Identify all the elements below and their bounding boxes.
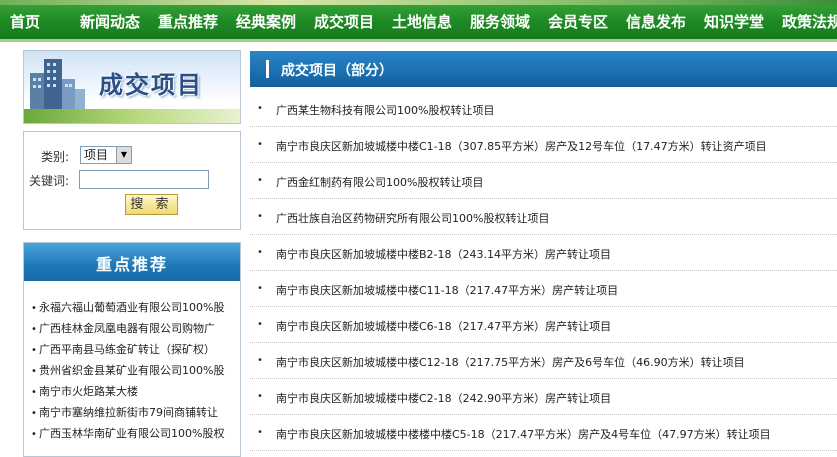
nav-item-recommend[interactable]: 重点推荐 bbox=[158, 11, 218, 32]
nav-item-home[interactable]: 首页 bbox=[10, 11, 40, 32]
deal-link[interactable]: 广西金红制药有限公司100%股权转让项目 bbox=[276, 174, 483, 190]
nav-item-knowledge[interactable]: 知识学堂 bbox=[704, 11, 764, 32]
list-item: • 南宁市良庆区新加坡城楼中楼C11-18（217.47平方米）房产转让项目 bbox=[250, 271, 837, 307]
recommend-title: 重点推荐 bbox=[95, 255, 168, 274]
list-item[interactable]: • 贵州省织金县某矿业有限公司100%股 bbox=[31, 360, 240, 381]
keyword-input[interactable] bbox=[79, 170, 209, 189]
banner-title: 成交项目 bbox=[99, 71, 203, 99]
list-item[interactable]: • 南宁市火炬路某大楼 bbox=[31, 381, 240, 402]
bullet-icon: • bbox=[31, 387, 37, 398]
deal-link[interactable]: 广西某生物科技有限公司100%股权转让项目 bbox=[276, 102, 494, 118]
list-item: • 南宁市良庆区新加坡城楼中楼B2-18（243.14平方米）房产转让项目 bbox=[250, 235, 837, 271]
deal-link[interactable]: 南宁市良庆区新加坡城楼中楼C12-18（217.75平方米）房产及6号车位（46… bbox=[276, 354, 745, 370]
bullet-icon: • bbox=[257, 319, 263, 330]
bullet-icon: • bbox=[31, 429, 37, 440]
list-item[interactable]: • 广西桂林金凤凰电器有限公司购物广 bbox=[31, 318, 240, 339]
deal-link[interactable]: 南宁市良庆区新加坡城楼中楼C1-18（307.85平方米）房产及12号车位（17… bbox=[276, 138, 767, 154]
list-item: • 南宁市良庆区新加坡城楼中楼C2-18（242.90平方米）房产转让项目 bbox=[250, 379, 837, 415]
deal-link[interactable]: 南宁市良庆区新加坡城楼中楼C6-18（217.47平方米）房产转让项目 bbox=[276, 318, 611, 334]
main-header: 成交项目（部分） bbox=[250, 51, 837, 87]
list-item: • 南宁市良庆区新加坡城楼中楼C12-18（217.75平方米）房产及6号车位（4… bbox=[250, 343, 837, 379]
nav-item-cases[interactable]: 经典案例 bbox=[236, 11, 296, 32]
bullet-icon: • bbox=[31, 324, 37, 335]
list-item: • 南宁市良庆区新加坡城楼中楼C6-18（217.47平方米）房产转让项目 bbox=[250, 307, 837, 343]
recommend-list: • 永福六福山葡萄酒业有限公司100%股 • 广西桂林金凤凰电器有限公司购物广 • 广… bbox=[31, 297, 240, 444]
search-button[interactable]: 搜 索 bbox=[125, 194, 178, 215]
search-panel: 类别: 项目 ▼ 关键词: 搜 索 bbox=[23, 131, 241, 230]
deal-link[interactable]: 南宁市良庆区新加坡城楼中楼C11-18（217.47平方米）房产转让项目 bbox=[276, 282, 618, 298]
nav-item-services[interactable]: 服务领域 bbox=[470, 11, 530, 32]
category-select-value: 项目 bbox=[84, 148, 109, 162]
list-item[interactable]: • 南宁市塞纳维拉新街市79间商铺转让 bbox=[31, 402, 240, 423]
header-bar-decoration bbox=[266, 60, 269, 78]
nav-item-policy[interactable]: 政策法规 bbox=[782, 11, 837, 32]
top-nav: 首页 新闻动态 重点推荐 经典案例 成交项目 土地信息 服务领域 会员专区 信息… bbox=[0, 0, 837, 42]
bullet-icon: • bbox=[257, 391, 263, 402]
nav-decoration bbox=[0, 0, 837, 5]
nav-item-deals[interactable]: 成交项目 bbox=[314, 11, 374, 32]
page-title: 成交项目（部分） bbox=[281, 63, 393, 79]
section-banner: 成交项目 bbox=[23, 50, 241, 124]
bullet-icon: • bbox=[31, 366, 37, 377]
bullet-icon: • bbox=[257, 355, 263, 366]
chevron-down-icon[interactable]: ▼ bbox=[116, 147, 131, 163]
list-item: • 广西某生物科技有限公司100%股权转让项目 bbox=[250, 91, 837, 127]
keyword-label: 关键词: bbox=[29, 174, 70, 188]
nav-item-publish[interactable]: 信息发布 bbox=[626, 11, 686, 32]
bullet-icon: • bbox=[257, 211, 263, 222]
recommend-panel: 重点推荐 • 永福六福山葡萄酒业有限公司100%股 • 广西桂林金凤凰电器有限公司购… bbox=[23, 242, 241, 457]
bullet-icon: • bbox=[257, 427, 263, 438]
bullet-icon: • bbox=[257, 139, 263, 150]
deals-list: • 广西某生物科技有限公司100%股权转让项目 • 南宁市良庆区新加坡城楼中楼C1-… bbox=[250, 91, 837, 451]
bullet-icon: • bbox=[257, 175, 263, 186]
bullet-icon: • bbox=[31, 408, 37, 419]
list-item: • 南宁市良庆区新加坡城楼中楼C1-18（307.85平方米）房产及12号车位（1… bbox=[250, 127, 837, 163]
bullet-icon: • bbox=[31, 345, 37, 356]
category-label: 类别: bbox=[41, 150, 70, 164]
nav-item-members[interactable]: 会员专区 bbox=[548, 11, 608, 32]
list-item[interactable]: • 广西玉林华南矿业有限公司100%股权 bbox=[31, 423, 240, 444]
recommend-header: 重点推荐 bbox=[24, 243, 240, 281]
deal-link[interactable]: 南宁市良庆区新加坡城楼中楼C2-18（242.90平方米）房产转让项目 bbox=[276, 390, 611, 406]
deal-link[interactable]: 南宁市良庆区新加坡城楼中楼楼中楼C5-18（217.47平方米）房产及4号车位（… bbox=[276, 426, 771, 442]
deal-link[interactable]: 广西壮族自治区药物研究所有限公司100%股权转让项目 bbox=[276, 210, 549, 226]
bullet-icon: • bbox=[257, 283, 263, 294]
bullet-icon: • bbox=[257, 103, 263, 114]
list-item: • 广西壮族自治区药物研究所有限公司100%股权转让项目 bbox=[250, 199, 837, 235]
nav-item-land[interactable]: 土地信息 bbox=[392, 11, 452, 32]
nav-item-news[interactable]: 新闻动态 bbox=[80, 11, 140, 32]
bullet-icon: • bbox=[257, 247, 263, 258]
list-item[interactable]: • 永福六福山葡萄酒业有限公司100%股 bbox=[31, 297, 240, 318]
bullet-icon: • bbox=[31, 303, 37, 314]
list-item[interactable]: • 广西平南县马练金矿转让（探矿权） bbox=[31, 339, 240, 360]
list-item: • 广西金红制药有限公司100%股权转让项目 bbox=[250, 163, 837, 199]
list-item: • 南宁市良庆区新加坡城楼中楼楼中楼C5-18（217.47平方米）房产及4号车位… bbox=[250, 415, 837, 451]
category-select[interactable]: 项目 ▼ bbox=[80, 146, 132, 164]
deal-link[interactable]: 南宁市良庆区新加坡城楼中楼B2-18（243.14平方米）房产转让项目 bbox=[276, 246, 611, 262]
